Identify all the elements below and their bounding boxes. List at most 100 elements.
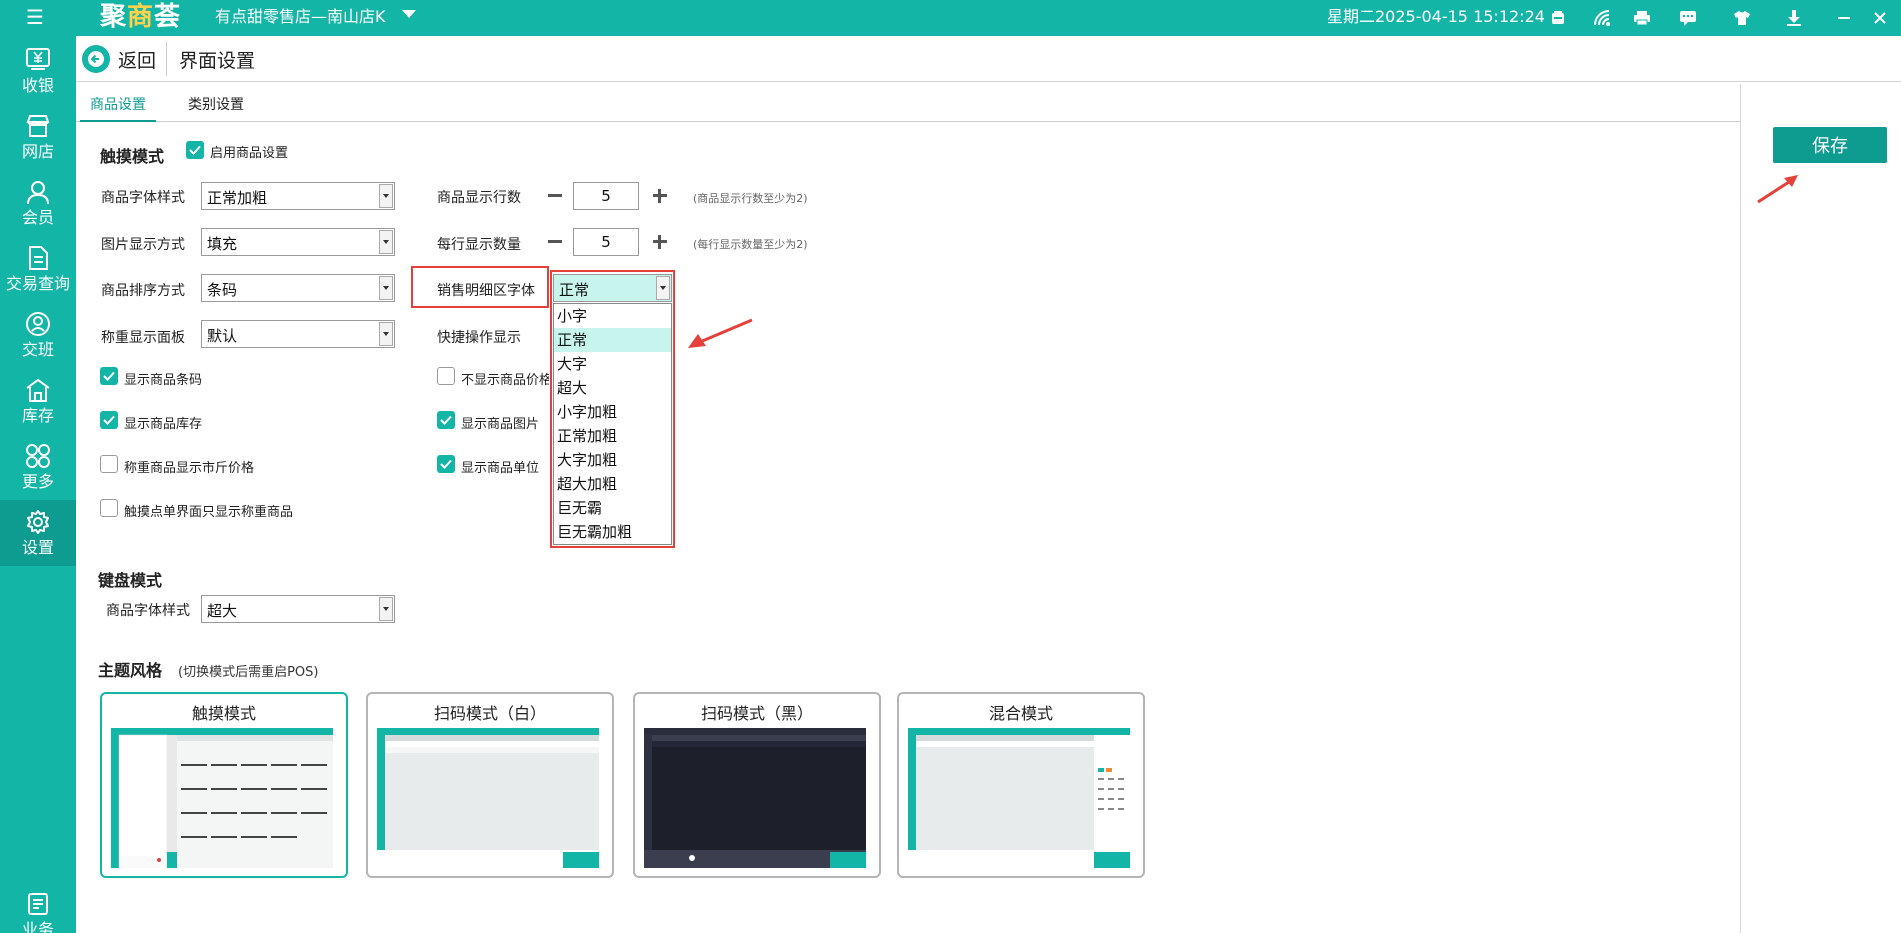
weigh-panel-label: 称重显示面板 <box>101 330 185 346</box>
sales-font-select[interactable]: 正常 <box>553 274 672 302</box>
battery-icon[interactable] <box>1546 6 1570 30</box>
weigh-jin-price-label: 称重商品显示市斤价格 <box>124 461 255 476</box>
sales-font-label: 销售明细区字体 <box>437 283 535 299</box>
hamburger-menu-icon[interactable]: ☰ <box>26 5 44 29</box>
hide-price-checkbox[interactable] <box>437 367 455 385</box>
member-icon <box>24 178 52 206</box>
shift-icon <box>24 310 52 338</box>
dropdown-option-selected[interactable]: 正常 <box>554 328 671 352</box>
wifi-signal-icon[interactable] <box>1590 6 1614 30</box>
tab-category-settings[interactable]: 类别设置 <box>178 94 254 120</box>
page-title: 界面设置 <box>179 50 256 72</box>
enable-product-settings-label: 启用商品设置 <box>210 146 289 161</box>
minimize-icon[interactable] <box>1832 6 1856 30</box>
theme-note: (切换模式后需重启POS) <box>178 665 319 680</box>
sort-select[interactable]: 条码 <box>201 274 395 302</box>
per-row-input[interactable] <box>573 228 639 256</box>
only-weigh-checkbox[interactable] <box>100 499 118 517</box>
font-style-select[interactable]: 正常加粗 <box>201 182 395 210</box>
enable-product-settings-checkbox[interactable] <box>186 141 204 159</box>
per-row-decrement-button[interactable] <box>545 232 565 252</box>
sidebar-item-more[interactable]: 更多 <box>0 434 76 500</box>
dropdown-option[interactable]: 小字加粗 <box>554 400 671 424</box>
tab-product-settings[interactable]: 商品设置 <box>80 94 156 122</box>
rows-increment-button[interactable] <box>650 186 670 206</box>
checkmark-icon <box>440 459 452 469</box>
document-icon <box>24 244 52 272</box>
image-display-label: 图片显示方式 <box>101 237 185 253</box>
shirt-skin-icon[interactable] <box>1730 6 1754 30</box>
dropdown-option[interactable]: 超大 <box>554 376 671 400</box>
printer-icon[interactable] <box>1630 6 1654 30</box>
gear-icon <box>24 508 52 536</box>
rows-label: 商品显示行数 <box>437 190 521 206</box>
weigh-panel-select[interactable]: 默认 <box>201 320 395 348</box>
datetime-display: 星期二2025-04-15 15:12:24 <box>1327 7 1545 26</box>
rows-input[interactable] <box>573 182 639 210</box>
sort-label: 商品排序方式 <box>101 283 185 299</box>
sidebar-item-transactions[interactable]: 交易查询 <box>0 236 76 302</box>
theme-thumbnail-scan-black <box>644 728 866 868</box>
theme-card-touch[interactable]: 触摸模式 <box>100 692 348 878</box>
chevron-down-icon <box>656 276 670 300</box>
close-icon[interactable] <box>1868 6 1892 30</box>
download-icon[interactable] <box>1782 6 1806 30</box>
dropdown-option[interactable]: 巨无霸 <box>554 496 671 520</box>
more-icon <box>24 442 52 470</box>
hide-price-label: 不显示商品价格 <box>461 373 549 388</box>
chevron-down-icon <box>379 322 393 346</box>
sales-font-dropdown-list: 小字 正常 大字 超大 小字加粗 正常加粗 大字加粗 超大加粗 巨无霸 巨无霸加… <box>553 303 672 545</box>
store-dropdown-caret-icon[interactable] <box>402 10 416 18</box>
show-image-label: 显示商品图片 <box>461 417 540 432</box>
sidebar-item-settings[interactable]: 设置 <box>0 500 76 566</box>
sidebar-item-member[interactable]: 会员 <box>0 170 76 236</box>
show-unit-label: 显示商品单位 <box>461 461 540 476</box>
arrow-annotation-save <box>1757 175 1798 204</box>
checkmark-icon <box>189 145 201 155</box>
sidebar-item-cashier[interactable]: 收银 <box>0 38 76 104</box>
cash-register-icon <box>24 46 52 74</box>
settings-tabs: 商品设置 类别设置 <box>76 84 1740 122</box>
right-panel-divider <box>1740 84 1741 933</box>
dropdown-option[interactable]: 超大加粗 <box>554 472 671 496</box>
show-stock-checkbox[interactable] <box>100 411 118 429</box>
sidebar-item-shift[interactable]: 交班 <box>0 302 76 368</box>
checkmark-icon <box>103 371 115 381</box>
only-weigh-label: 触摸点单界面只显示称重商品 <box>124 505 294 520</box>
back-arrow-icon <box>82 45 110 73</box>
per-row-label: 每行显示数量 <box>437 237 521 253</box>
warehouse-icon <box>24 376 52 404</box>
show-barcode-label: 显示商品条码 <box>124 373 203 388</box>
theme-card-mixed[interactable]: 混合模式 <box>897 692 1145 878</box>
save-button[interactable]: 保存 <box>1773 127 1887 163</box>
sidebar-item-business[interactable]: 业务 <box>0 882 76 933</box>
theme-card-scan-white[interactable]: 扫码模式（白） <box>366 692 614 878</box>
show-image-checkbox[interactable] <box>437 411 455 429</box>
chevron-down-icon <box>379 230 393 254</box>
show-barcode-checkbox[interactable] <box>100 367 118 385</box>
header-divider <box>166 42 167 76</box>
dropdown-option[interactable]: 巨无霸加粗 <box>554 520 671 544</box>
dropdown-option[interactable]: 大字 <box>554 352 671 376</box>
sidebar-item-online-store[interactable]: 网店 <box>0 104 76 170</box>
back-button[interactable]: 返回 <box>82 43 156 75</box>
back-label: 返回 <box>118 49 157 72</box>
dropdown-option[interactable]: 小字 <box>554 304 671 328</box>
store-icon <box>24 112 52 140</box>
message-icon[interactable] <box>1676 6 1700 30</box>
per-row-increment-button[interactable] <box>650 232 670 252</box>
show-unit-checkbox[interactable] <box>437 455 455 473</box>
theme-thumbnail-mixed <box>908 728 1130 868</box>
per-row-hint: (每行显示数量至少为2) <box>693 238 808 251</box>
weigh-jin-price-checkbox[interactable] <box>100 455 118 473</box>
store-name[interactable]: 有点甜零售店—南山店K <box>215 6 386 28</box>
image-display-select[interactable]: 填充 <box>201 228 395 256</box>
keyboard-font-style-select[interactable]: 超大 <box>201 595 395 623</box>
dropdown-option[interactable]: 大字加粗 <box>554 448 671 472</box>
dropdown-option[interactable]: 正常加粗 <box>554 424 671 448</box>
theme-title: 主题风格 <box>98 661 163 680</box>
theme-card-scan-black[interactable]: 扫码模式（黑） <box>633 692 881 878</box>
sidebar-item-inventory[interactable]: 库存 <box>0 368 76 434</box>
rows-decrement-button[interactable] <box>545 186 565 206</box>
arrow-annotation-dropdown <box>688 318 753 348</box>
